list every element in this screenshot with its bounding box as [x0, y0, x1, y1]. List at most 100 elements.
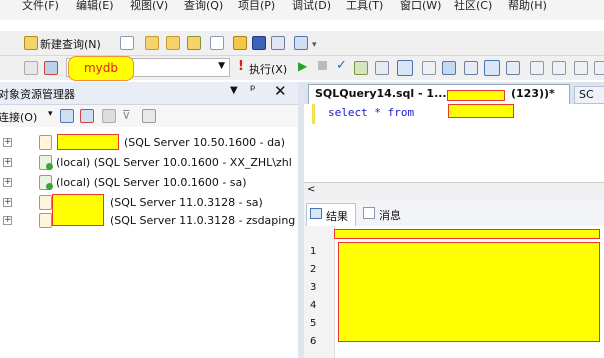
disconnect-icon[interactable] — [80, 109, 94, 123]
tab-second[interactable]: SC — [574, 86, 604, 104]
chevron-down-icon[interactable]: ▾ — [48, 109, 53, 119]
server-label: (SQL Server 11.0.3128 - sa) — [110, 196, 263, 209]
menu-file[interactable]: 文件(F) — [22, 0, 59, 13]
results-grid[interactable]: 1 2 3 4 5 6 — [304, 226, 604, 358]
activity-monitor-icon[interactable] — [294, 36, 308, 50]
row-header-column — [304, 226, 335, 358]
results-tab-strip: 结果 消息 — [304, 200, 604, 227]
debug-icon[interactable]: ▶ — [298, 59, 307, 73]
menu-debug[interactable]: 调试(D) — [292, 0, 331, 13]
client-statistics-icon[interactable] — [442, 61, 456, 75]
refresh-icon[interactable] — [142, 109, 156, 123]
tab-results[interactable]: 结果 — [306, 203, 356, 226]
xmla-query-icon[interactable] — [210, 36, 224, 50]
row-number[interactable]: 3 — [310, 282, 316, 293]
server-icon — [39, 135, 52, 150]
expand-icon[interactable]: + — [3, 138, 12, 147]
server-running-icon — [39, 155, 53, 170]
row-number[interactable]: 5 — [310, 318, 316, 329]
menu-edit[interactable]: 编辑(E) — [76, 0, 114, 13]
stop-icon[interactable] — [102, 109, 116, 123]
expand-icon[interactable]: + — [3, 198, 12, 207]
redacted-result-data — [338, 242, 600, 342]
redacted-column-headers — [334, 229, 600, 239]
expand-icon[interactable]: + — [3, 216, 12, 225]
save-all-icon[interactable] — [271, 36, 285, 50]
query-text[interactable]: select * from — [328, 106, 414, 119]
new-query-button[interactable]: 新建查询(N) — [40, 36, 101, 52]
menu-query[interactable]: 查询(Q) — [184, 0, 223, 13]
server-label: (local) (SQL Server 10.0.1600 - sa) — [56, 176, 247, 189]
menu-window[interactable]: 窗口(W) — [400, 0, 441, 13]
row-number[interactable]: 4 — [310, 300, 316, 311]
tree-row-server-2[interactable]: + (local) (SQL Server 10.0.1600 - XX_ZHL… — [0, 154, 300, 172]
grid-icon — [310, 208, 322, 219]
message-icon — [363, 207, 375, 219]
connect-icon[interactable] — [24, 61, 38, 75]
redacted-server-name — [57, 134, 119, 150]
parse-icon[interactable]: ✓ — [336, 58, 347, 73]
menu-bar: 文件(F) 编辑(E) 视图(V) 查询(Q) 项目(P) 调试(D) 工具(T… — [0, 0, 604, 20]
outdent-icon[interactable] — [594, 61, 604, 75]
menu-community[interactable]: 社区(C) — [454, 0, 492, 13]
dmx-query-icon[interactable] — [187, 36, 201, 50]
expand-icon[interactable]: + — [3, 158, 12, 167]
tree-row-server-1[interactable]: + (SQL Server 10.50.1600 - da) — [0, 134, 300, 152]
tab-sqlquery14[interactable]: SQLQuery14.sql - 1... (123))* — [308, 84, 570, 104]
uncomment-icon[interactable] — [552, 61, 566, 75]
connect-dropdown[interactable]: 连接(O) — [0, 109, 37, 125]
row-number[interactable]: 2 — [310, 264, 316, 275]
comment-icon[interactable] — [530, 61, 544, 75]
close-icon[interactable]: ✕ — [274, 82, 287, 100]
tree-row-server-5[interactable]: + (SQL Server 11.0.3128 - zsdaping — [0, 212, 300, 230]
pin-icon[interactable]: ᵖ — [250, 83, 256, 98]
results-tab-label: 结果 — [326, 210, 348, 223]
results-to-file-icon[interactable] — [506, 61, 520, 75]
database-engine-query-icon[interactable] — [120, 36, 134, 50]
menu-view[interactable]: 视图(V) — [130, 0, 168, 13]
tab-messages[interactable]: 消息 — [360, 203, 412, 225]
results-to-grid-icon[interactable] — [484, 60, 500, 76]
toolbar-overflow-icon[interactable]: ▾ — [312, 40, 317, 50]
menu-project[interactable]: 项目(P) — [238, 0, 275, 13]
row-number[interactable]: 6 — [310, 336, 316, 347]
redacted-table-name — [448, 104, 514, 118]
menu-help[interactable]: 帮助(H) — [508, 0, 547, 13]
object-explorer-toolbar: 连接(O) ▾ ⊽ — [0, 105, 298, 127]
open-file-icon[interactable] — [233, 36, 247, 50]
specify-values-icon[interactable] — [397, 60, 413, 76]
menu-tools[interactable]: 工具(T) — [346, 0, 383, 13]
query-editor[interactable]: select * from — [304, 104, 604, 182]
mdx-query-icon[interactable] — [166, 36, 180, 50]
server-label: (SQL Server 11.0.3128 - zsdaping — [110, 214, 296, 227]
scroll-left-icon[interactable]: < — [307, 184, 315, 195]
sql-editor-toolbar: ▼ mydb ! 执行(X) ▶ ✓ — [0, 56, 604, 81]
filter-icon[interactable]: ⊽ — [122, 108, 131, 122]
expand-icon[interactable]: + — [3, 178, 12, 187]
change-connection-icon[interactable] — [44, 61, 58, 75]
cancel-query-icon[interactable] — [318, 61, 327, 70]
save-icon[interactable] — [252, 36, 266, 50]
tree-row-server-3[interactable]: + (local) (SQL Server 10.0.1600 - sa) — [0, 174, 300, 192]
database-name[interactable]: mydb — [68, 56, 134, 81]
display-plan-icon[interactable] — [354, 61, 368, 75]
execute-icon[interactable]: ! — [238, 59, 244, 74]
server-label: (SQL Server 10.50.1600 - da) — [124, 136, 286, 149]
analysis-query-icon[interactable] — [145, 36, 159, 50]
execute-button[interactable]: 执行(X) — [249, 61, 287, 77]
object-explorer-title: 对象资源管理器 — [0, 88, 75, 101]
indent-icon[interactable] — [574, 61, 588, 75]
editor-horizontal-scrollbar[interactable]: < — [304, 182, 604, 201]
pane-menu-icon[interactable]: ▼ — [230, 85, 238, 96]
server-running-icon — [39, 175, 53, 190]
standard-toolbar: 新建查询(N) ▾ — [0, 31, 604, 56]
chevron-down-icon[interactable]: ▼ — [218, 61, 225, 71]
object-explorer-header: 对象资源管理器 ▼ ᵖ ✕ — [0, 82, 298, 105]
row-number[interactable]: 1 — [310, 246, 316, 257]
messages-tab-label: 消息 — [379, 209, 401, 222]
redacted-tab-text — [447, 90, 505, 101]
include-plan-icon[interactable] — [422, 61, 436, 75]
query-designer-icon[interactable] — [375, 61, 389, 75]
results-to-text-icon[interactable] — [464, 61, 478, 75]
connect-server-icon[interactable] — [60, 109, 74, 123]
